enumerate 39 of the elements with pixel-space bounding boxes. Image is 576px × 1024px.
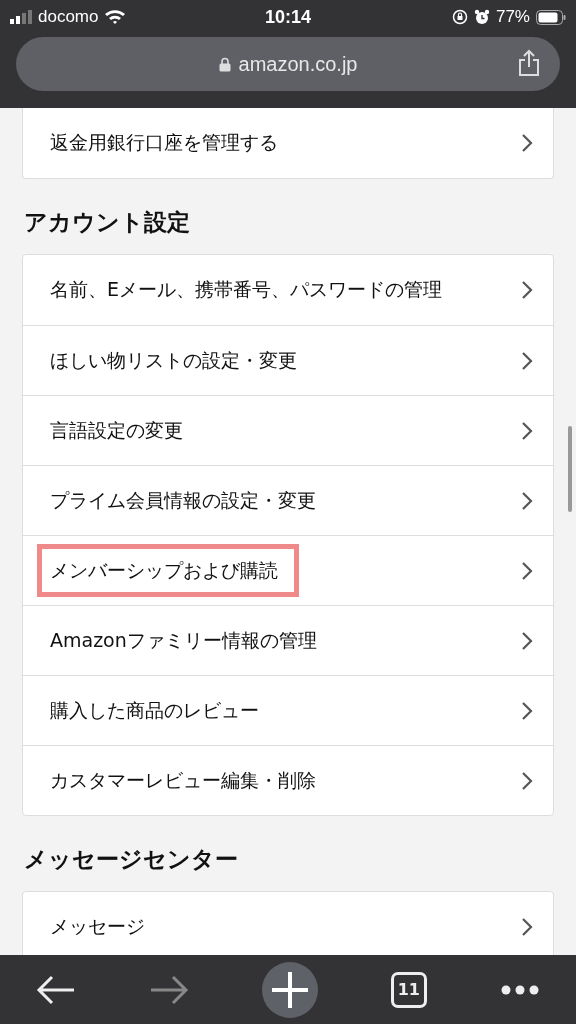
menu-item[interactable]: メンバーシップおよび購読: [23, 535, 553, 605]
battery-percent: 77%: [495, 7, 530, 27]
chevron-icon: [521, 630, 533, 651]
chevron-icon: [521, 770, 533, 791]
forward-icon[interactable]: [149, 973, 190, 1006]
menu-item[interactable]: 名前、Eメール、携帯番号、パスワードの管理: [23, 255, 553, 325]
menu-item[interactable]: 言語設定の変更: [23, 395, 553, 465]
chevron-icon: [521, 560, 533, 581]
section-title: アカウント設定: [23, 208, 191, 237]
chevron-icon: [521, 700, 533, 721]
clock-time: 10:14: [264, 6, 311, 28]
menu-item[interactable]: Amazonファミリー情報の管理: [23, 605, 553, 675]
carrier-name: docomo: [38, 7, 99, 27]
signal-icon: [10, 10, 32, 24]
menu-item[interactable]: 購入した商品のレビュー: [23, 675, 553, 745]
chevron-icon: [521, 280, 533, 300]
chevron-icon: [521, 133, 533, 153]
menu-item[interactable]: 返金用銀行口座を管理する: [23, 108, 553, 178]
address-bar[interactable]: amazon.co.jp: [16, 37, 560, 91]
tabs-button[interactable]: 11: [390, 971, 427, 1008]
battery-icon: [536, 9, 566, 25]
chevron-icon: [521, 917, 533, 937]
url-text: amazon.co.jp: [238, 52, 358, 76]
new-tab-icon[interactable]: [262, 961, 318, 1018]
more-icon[interactable]: [499, 983, 540, 996]
chevron-icon: [521, 420, 533, 441]
lock-icon: [218, 56, 231, 72]
menu-item[interactable]: メッセージ: [23, 892, 553, 955]
menu-item[interactable]: カスタマーレビュー編集・削除: [23, 745, 553, 815]
menu-item[interactable]: ほしい物リストの設定・変更: [23, 325, 553, 395]
menu-item[interactable]: プライム会員情報の設定・変更: [23, 465, 553, 535]
alarm-icon: [473, 9, 490, 25]
chevron-icon: [521, 490, 533, 511]
chevron-icon: [521, 350, 533, 371]
orientation-lock-icon: [451, 9, 468, 25]
section-title: メッセージセンター: [23, 845, 239, 874]
wifi-icon: [104, 9, 127, 25]
share-icon[interactable]: [518, 49, 540, 77]
back-icon[interactable]: [36, 973, 77, 1006]
